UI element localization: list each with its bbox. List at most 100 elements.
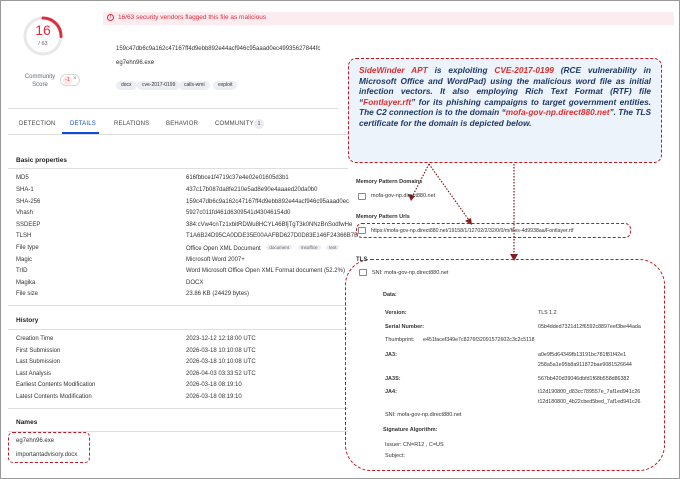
history-label: First Submission [16,348,61,354]
names-highlight-box [8,432,90,463]
file-type-chip[interactable]: text [326,245,340,250]
analysis-callout: SideWinder APT is exploiting CVE-2017-01… [348,58,662,163]
tab-community[interactable]: COMMUNITY [215,121,254,127]
tls-ja4-label: JA4: [385,389,397,395]
prop-value[interactable]: 437c17b087da8fe210e5ad8e90e4aaaed20da0b0 [186,187,317,193]
malicious-banner-text: 16/63 security vendors flagged this file… [118,14,267,21]
prop-label: SSDEEP [16,222,41,228]
memory-domains-title: Memory Pattern Domains [356,179,423,185]
prop-value[interactable]: 159c47db6c9a162c47167ff4d9ebb892e44acf94… [186,199,349,205]
name-item: eg7ehn96.exe [16,438,55,444]
tls-ja3-value[interactable]: 258a5a1e95b8a911872bae9081526644 [538,362,632,368]
file-type-chip[interactable]: document [266,245,293,250]
prop-value[interactable]: 384:cVw4cnTz1xbitRDWu8HCYL46BfjTgT3k0NNz… [186,222,352,228]
history-label: Earliest Contents Modification [16,382,96,388]
community-score-badge[interactable]: -1 × [60,74,80,86]
tls-version-label: Version: [385,310,407,316]
prop-value[interactable]: 616fbbce1f4719c37e4e02e01605d3b1 [186,175,289,181]
history-label: Latest Contents Modification [16,394,92,400]
tag-docx[interactable]: docx [116,81,137,90]
history-value: 2026-03-18 08:19:10 [186,394,242,400]
tls-ja4-value[interactable]: t12d190800_d83cc789557e_7af1ed941c26 [538,389,640,395]
tls-issuer: Issuer: CN=R12 , C=US [385,442,444,448]
basic-properties-title: Basic properties [16,157,67,164]
tls-title: TLS [356,257,368,263]
prop-label: File type [16,245,39,251]
detection-count: 16 [35,22,51,38]
tab-detection[interactable]: DETECTION [19,121,55,127]
history-label: Creation Time [16,336,54,342]
file-hash[interactable]: 159c47db6c9a162c47167ff4d9ebb892e44acf94… [116,46,320,52]
prop-value: Microsoft Word 2007+ [186,257,245,263]
tls-subject: Subject: [385,453,405,459]
callout-text: is exploiting [427,65,495,75]
tab-behavior[interactable]: BEHAVIOR [166,121,198,127]
history-title: History [16,317,39,324]
divider [8,305,348,306]
tab-relations[interactable]: RELATIONS [114,121,149,127]
prop-label: Vhash [16,210,34,216]
lock-icon [359,269,367,276]
prop-label: TLSH [16,233,32,239]
connector-line [428,163,472,224]
community-count-badge: 1 [254,119,264,129]
callout-domain: mofa-gov-np.direct880.net [505,107,610,118]
divider [8,108,338,109]
tls-sni: SNI: mofa-gov-np.direct880.net [372,270,449,276]
tls-serial-label: Serial Number: [385,324,425,330]
tls-sni-2: SNI: mofa-gov-np.direct880.net [385,412,462,418]
memory-urls-title: Memory Pattern Urls [356,214,410,220]
file-type-chip[interactable]: msoffice [297,245,321,250]
history-value: 2026-03-18 08:19:10 [186,382,242,388]
callout-connectors [408,163,518,261]
name-item: importantadvisory.docx [16,452,78,458]
callout-actor: SideWinder APT [359,65,428,75]
tls-ja3-label: JA3: [385,352,397,358]
tls-signature-label: Signature Algorithm: [383,427,438,433]
callout-rtf-file: Fontlayer.rft [363,96,412,107]
history-label: Last Analysis [16,371,52,377]
tls-serial-value[interactable]: 05b4dded7321d12f6592c8897eef3be44ada [538,324,641,330]
prop-value: Word Microsoft Office Open XML Format do… [186,268,345,274]
tls-ja3-value[interactable]: a0e9f5d64349fb13191bc781f81f42e1 [538,352,626,358]
memory-domain[interactable]: mofa-gov-np.direct880.net [371,193,435,199]
tls-ja3s-value[interactable]: 567bb420d39046dbfd1f68b558d86382 [538,376,629,382]
community-score-label: Community Score [24,74,56,88]
tls-version-value: TLS 1.2 [538,310,557,316]
detection-total: / 63 [38,41,48,47]
prop-label: Magic [16,257,33,263]
tag-calls-wmi[interactable]: calls-wmi [179,81,210,90]
history-value: 2026-03-18 10:10:08 UTC [186,348,256,354]
history-value: 2026-03-18 10:10:08 UTC [186,359,256,365]
history-value: 2026-04-03 03:33:52 UTC [186,371,256,377]
prop-value: Office Open XML Document [186,246,261,252]
callout-cve: CVE-2017-0199 [494,65,554,75]
tls-data-label: Data: [383,292,397,298]
tls-thumbprint-label: Thumbprint: [385,337,415,343]
prop-label: File size [16,291,39,297]
file-name: eg7ehn96.exe [116,60,155,66]
prop-label: Magika [16,280,36,286]
names-title: Names [16,419,38,426]
prop-label: SHA-256 [16,199,41,205]
prop-value[interactable]: 5927c011fd461d6309541d43046154d0 [186,210,290,216]
history-value: 2023-12-12 12:18:00 UTC [186,336,256,342]
prop-value: 23.86 KB (24429 bytes) [186,291,250,297]
close-icon[interactable]: × [73,76,77,82]
tab-details[interactable]: DETAILS [70,121,96,127]
tag-cve[interactable]: cve-2017-0199 [137,81,181,90]
prop-value-row: Office Open XML Document document msoffi… [186,245,340,252]
tag-exploit[interactable]: exploit [213,81,238,90]
prop-value: DOCX [186,280,204,286]
divider [8,168,348,169]
divider [8,329,348,330]
warning-circle-icon: ! [107,14,114,21]
memory-url[interactable]: https://mofa-gov-np.direct880.net/19158/… [371,228,573,234]
prop-value[interactable]: T1A6B24D95CA0DDE35E00AAFBD627D0D83E146F2… [186,233,358,239]
tls-thumbprint-value[interactable]: e451facef349e7c8276f3209157260​2c3c2c511… [423,337,535,343]
globe-icon [358,193,366,200]
link-icon [358,227,366,234]
community-score-value: -1 [63,76,72,85]
tls-ja4-value[interactable]: t12d180800_4b22cbed5bed_7af1ed941c26 [538,399,641,405]
prop-label: MD5 [16,175,29,181]
